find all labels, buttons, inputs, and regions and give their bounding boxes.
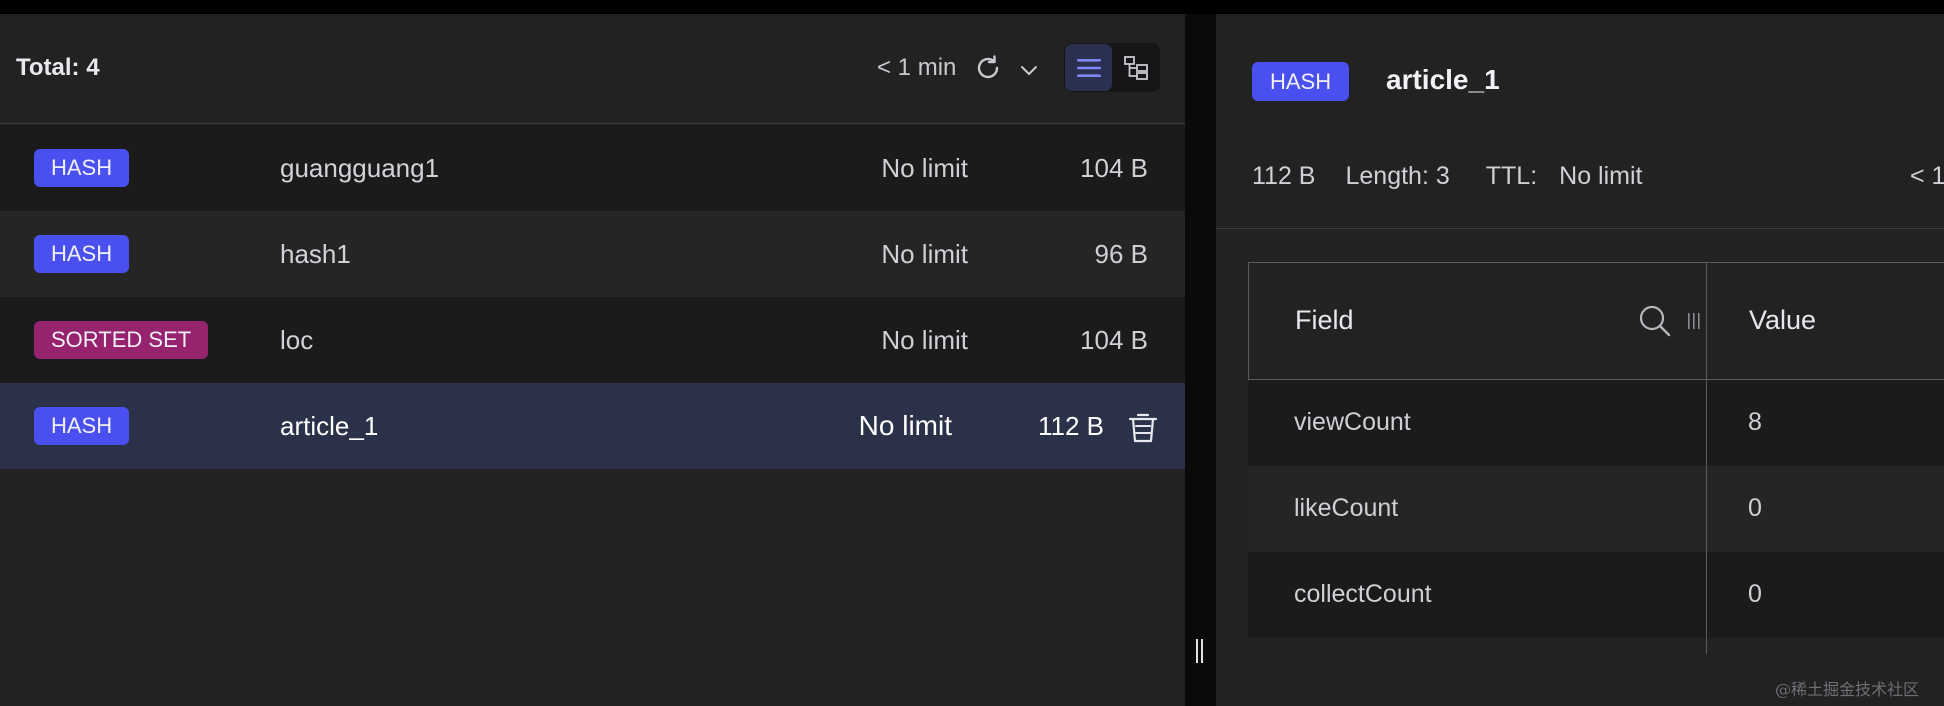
tree-view-icon [1123, 55, 1148, 80]
key-name: guangguang1 [280, 153, 440, 183]
watermark: @稀土掘金技术社区 [1775, 680, 1920, 699]
type-badge: HASH [34, 149, 130, 187]
field-name-cell: viewCount [1294, 408, 1411, 436]
table-row[interactable]: viewCount 8 [1248, 380, 1944, 466]
chevron-down-icon [1021, 66, 1037, 75]
panel-splitter[interactable] [1185, 14, 1216, 706]
view-mode-toggle [1064, 43, 1160, 92]
key-detail-panel: HASH article_1 112 B Length: 3 TTL: No l… [1216, 14, 1944, 706]
type-badge: SORTED SET [34, 321, 209, 359]
key-size: 104 B [1080, 325, 1148, 355]
key-list-header: Total: 4 < 1 min [0, 14, 1185, 124]
key-name: loc [280, 325, 314, 355]
key-metadata: 112 B Length: 3 TTL: No limit [1252, 162, 1643, 191]
detail-ttl-value[interactable]: No limit [1559, 162, 1642, 191]
type-badge: HASH [34, 235, 130, 273]
auto-refresh-dropdown[interactable] [1017, 58, 1041, 82]
key-ttl: No limit [858, 410, 952, 441]
field-name-cell: likeCount [1294, 494, 1399, 522]
trash-icon [1128, 413, 1158, 443]
key-ttl: No limit [881, 153, 968, 183]
total-keys-label: Total: 4 [16, 54, 100, 81]
detail-key-name[interactable]: article_1 [1386, 64, 1500, 96]
refresh-button[interactable] [972, 52, 1004, 84]
field-name-cell: collectCount [1294, 580, 1432, 608]
search-icon [1639, 305, 1671, 337]
value-column-header: Value [1749, 305, 1817, 335]
list-view-button[interactable] [1065, 44, 1112, 91]
table-row[interactable]: likeCount 0 [1248, 466, 1944, 552]
key-size: 112 B [1037, 411, 1104, 441]
last-refresh-label: < 1 min [877, 54, 957, 81]
refresh-icon [977, 55, 999, 79]
detail-ttl-label: TTL: [1485, 162, 1538, 190]
key-row[interactable]: HASH guangguang1 No limit 104 B [0, 125, 1185, 211]
key-row[interactable]: HASH hash1 No limit 96 B [0, 211, 1185, 297]
detail-type-badge: HASH [1252, 62, 1350, 101]
table-row[interactable]: collectCount 0 [1248, 552, 1944, 638]
type-badge: HASH [34, 407, 130, 445]
table-header: Field Value [1248, 262, 1944, 380]
field-value-cell: 0 [1748, 580, 1762, 608]
key-size: 104 B [1080, 153, 1148, 183]
hash-fields-table: viewCount 8 likeCount 0 collectCount 0 F… [1248, 262, 1944, 706]
key-ttl: No limit [881, 239, 968, 269]
detail-length: Length: 3 [1345, 162, 1450, 190]
key-name: article_1 [280, 411, 379, 441]
column-resize-icon[interactable] [1685, 311, 1701, 331]
key-list-panel: Total: 4 < 1 min HASH guangguang1 No lim… [0, 14, 1185, 706]
field-column-header: Field [1295, 305, 1354, 335]
key-detail-header: HASH article_1 112 B Length: 3 TTL: No l… [1216, 14, 1944, 229]
drag-handle-icon [1196, 639, 1203, 663]
tree-view-button[interactable] [1112, 44, 1159, 91]
key-name: hash1 [280, 239, 351, 269]
detail-size: 112 B [1252, 162, 1316, 190]
list-view-icon [1076, 58, 1101, 77]
key-row-selected[interactable]: HASH article_1 No limit 112 B [0, 383, 1185, 469]
key-size: 96 B [1094, 239, 1149, 269]
delete-key-button[interactable] [1126, 409, 1160, 445]
search-field-button[interactable] [1637, 303, 1673, 339]
key-row[interactable]: SORTED SET loc No limit 104 B [0, 297, 1185, 383]
field-value-cell: 8 [1748, 408, 1762, 436]
column-divider [1706, 262, 1707, 654]
detail-last-refresh: < 1 [1910, 162, 1944, 190]
key-ttl: No limit [881, 325, 968, 355]
field-value-cell: 0 [1748, 494, 1762, 522]
